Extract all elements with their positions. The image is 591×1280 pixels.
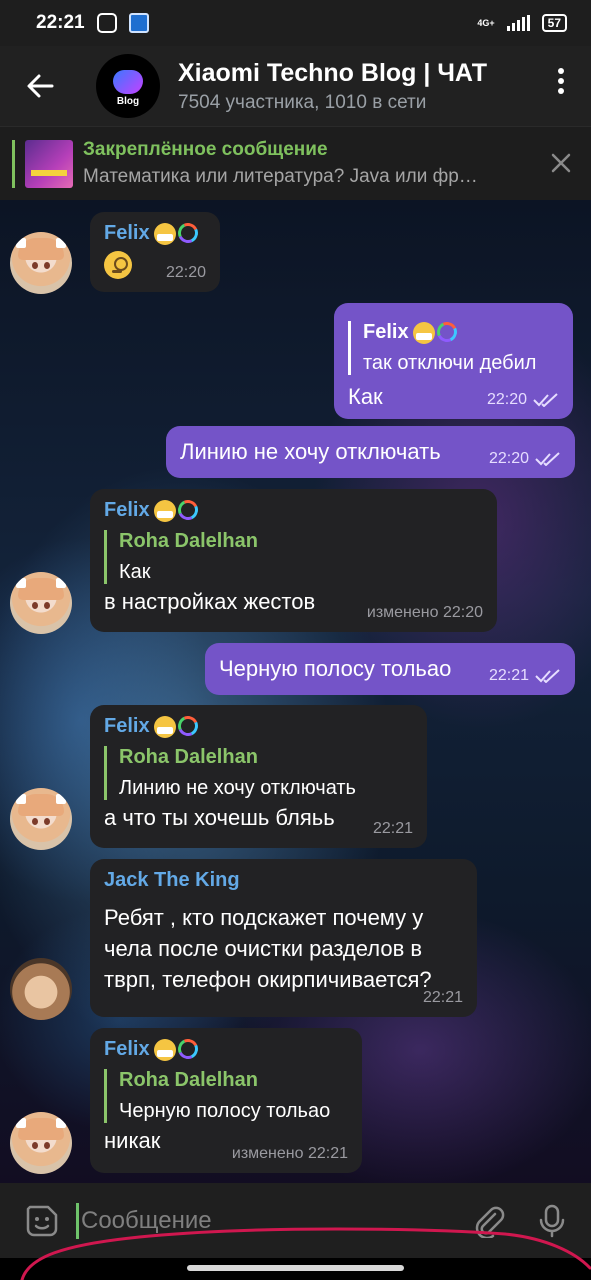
avatar[interactable] xyxy=(10,232,72,294)
pinned-thumbnail xyxy=(25,139,73,188)
avatar-label: Blog xyxy=(116,95,140,107)
sender-name[interactable]: Jack The King xyxy=(104,869,240,892)
sticker-icon[interactable] xyxy=(24,1203,60,1239)
reply-name: Felix xyxy=(363,321,409,343)
message-time: 22:21 xyxy=(372,820,413,837)
app-notification-icon xyxy=(128,13,149,33)
home-gesture-pill[interactable] xyxy=(187,1265,404,1271)
sender-name[interactable]: Felix xyxy=(104,222,150,245)
back-button[interactable] xyxy=(0,46,80,126)
message-bubble[interactable]: Jack The King Ребят , кто подскажет поче… xyxy=(90,859,477,1017)
pinned-message-bar[interactable]: Закреплённое сообщение Математика или ли… xyxy=(0,126,591,200)
reply-text: так отключи дебил xyxy=(363,352,537,374)
reply-name: Roha Dalelhan xyxy=(119,746,258,768)
reply-quote[interactable]: Felix так отключи дебил xyxy=(348,318,559,375)
reply-name: Roha Dalelhan xyxy=(119,1069,258,1091)
double-check-icon xyxy=(535,669,560,683)
battery-level: 57 xyxy=(547,16,561,30)
ring-emoji-icon xyxy=(174,712,201,739)
mask-emoji-icon xyxy=(412,321,435,344)
avatar[interactable] xyxy=(10,788,72,850)
sender-name[interactable]: Felix xyxy=(104,499,150,522)
message-bubble[interactable]: Felix так отключи дебил Как 22:20 xyxy=(334,303,573,419)
chat-title: Xiaomi Techno Blog | ЧАТ xyxy=(178,58,487,87)
network-type: 4G+ xyxy=(477,17,495,28)
avatar[interactable] xyxy=(10,958,72,1020)
sender-name[interactable]: Felix xyxy=(104,715,150,738)
group-avatar[interactable]: Blog xyxy=(96,54,160,118)
ring-emoji-icon xyxy=(174,1035,201,1062)
message-input[interactable] xyxy=(79,1206,471,1235)
mask-emoji-icon xyxy=(153,1038,176,1061)
ring-emoji-icon xyxy=(174,496,201,523)
pinned-text: Математика или литература? Java или фр… xyxy=(83,166,478,187)
message-bubble[interactable]: Felix 22:20 xyxy=(90,212,220,292)
message-time: 22:21 xyxy=(422,989,463,1006)
instagram-icon xyxy=(96,13,117,33)
status-bar: 22:21 4G+ 57 xyxy=(0,0,591,46)
message-bubble[interactable]: Felix Roha Dalelhan Черную полосу тольао… xyxy=(90,1028,362,1173)
double-check-icon xyxy=(535,452,560,466)
reply-text: Как xyxy=(119,561,151,583)
mask-emoji-icon xyxy=(153,499,176,522)
message-time: изменено 22:21 xyxy=(231,1145,348,1162)
close-icon[interactable] xyxy=(549,151,573,175)
reply-name: Roha Dalelhan xyxy=(119,530,258,552)
pinned-accent xyxy=(12,139,15,188)
avatar[interactable] xyxy=(10,572,72,634)
sender-name[interactable]: Felix xyxy=(104,1038,150,1061)
message-bubble[interactable]: Черную полосу тольао 22:21 xyxy=(205,643,575,695)
ring-emoji-icon xyxy=(174,219,201,246)
reply-text: Линию не хочу отключать xyxy=(119,777,356,799)
message-time: 22:20 xyxy=(486,391,527,408)
mic-icon[interactable] xyxy=(535,1204,569,1238)
message-text: а что ты хочешь бляьь xyxy=(104,805,335,830)
message-bubble[interactable]: Линию не хочу отключать 22:20 xyxy=(166,426,575,478)
status-time: 22:21 xyxy=(36,12,85,33)
message-text: Ребят , кто подскажет почему у чела посл… xyxy=(104,905,432,992)
back-arrow-icon xyxy=(27,74,54,98)
message-composer xyxy=(0,1183,591,1258)
chat-title-area[interactable]: Xiaomi Techno Blog | ЧАТ 7504 участника,… xyxy=(178,59,487,114)
system-nav-bar xyxy=(0,1258,591,1280)
signal-icon xyxy=(506,15,530,31)
pinned-title: Закреплённое сообщение xyxy=(83,139,328,160)
monocle-emoji-icon xyxy=(104,251,132,279)
message-bubble[interactable]: Felix Roha Dalelhan Линию не хочу отключ… xyxy=(90,705,427,848)
blog-logo xyxy=(113,69,143,94)
more-button[interactable] xyxy=(557,68,565,94)
reply-text: Черную полосу тольао xyxy=(119,1100,331,1122)
reply-quote[interactable]: Roha Dalelhan Линию не хочу отключать xyxy=(104,746,413,800)
message-time: изменено 22:20 xyxy=(366,604,483,621)
message-time: 22:20 xyxy=(165,264,206,281)
avatar[interactable] xyxy=(10,1112,72,1174)
chat-subtitle: 7504 участника, 1010 в сети xyxy=(178,91,427,113)
attach-icon[interactable] xyxy=(471,1204,505,1238)
ring-emoji-icon xyxy=(433,318,460,345)
message-time: 22:20 xyxy=(488,450,529,467)
chat-header: Blog Xiaomi Techno Blog | ЧАТ 7504 участ… xyxy=(0,46,591,126)
reply-quote[interactable]: Roha Dalelhan Как xyxy=(104,530,483,584)
double-check-icon xyxy=(533,393,558,407)
message-bubble[interactable]: Felix Roha Dalelhan Как в настройках жес… xyxy=(90,489,497,632)
battery-icon: 57 xyxy=(541,14,567,32)
reply-quote[interactable]: Roha Dalelhan Черную полосу тольао xyxy=(104,1069,348,1123)
mask-emoji-icon xyxy=(153,222,176,245)
mask-emoji-icon xyxy=(153,715,176,738)
more-vertical-icon xyxy=(558,68,564,74)
message-time: 22:21 xyxy=(488,667,529,684)
